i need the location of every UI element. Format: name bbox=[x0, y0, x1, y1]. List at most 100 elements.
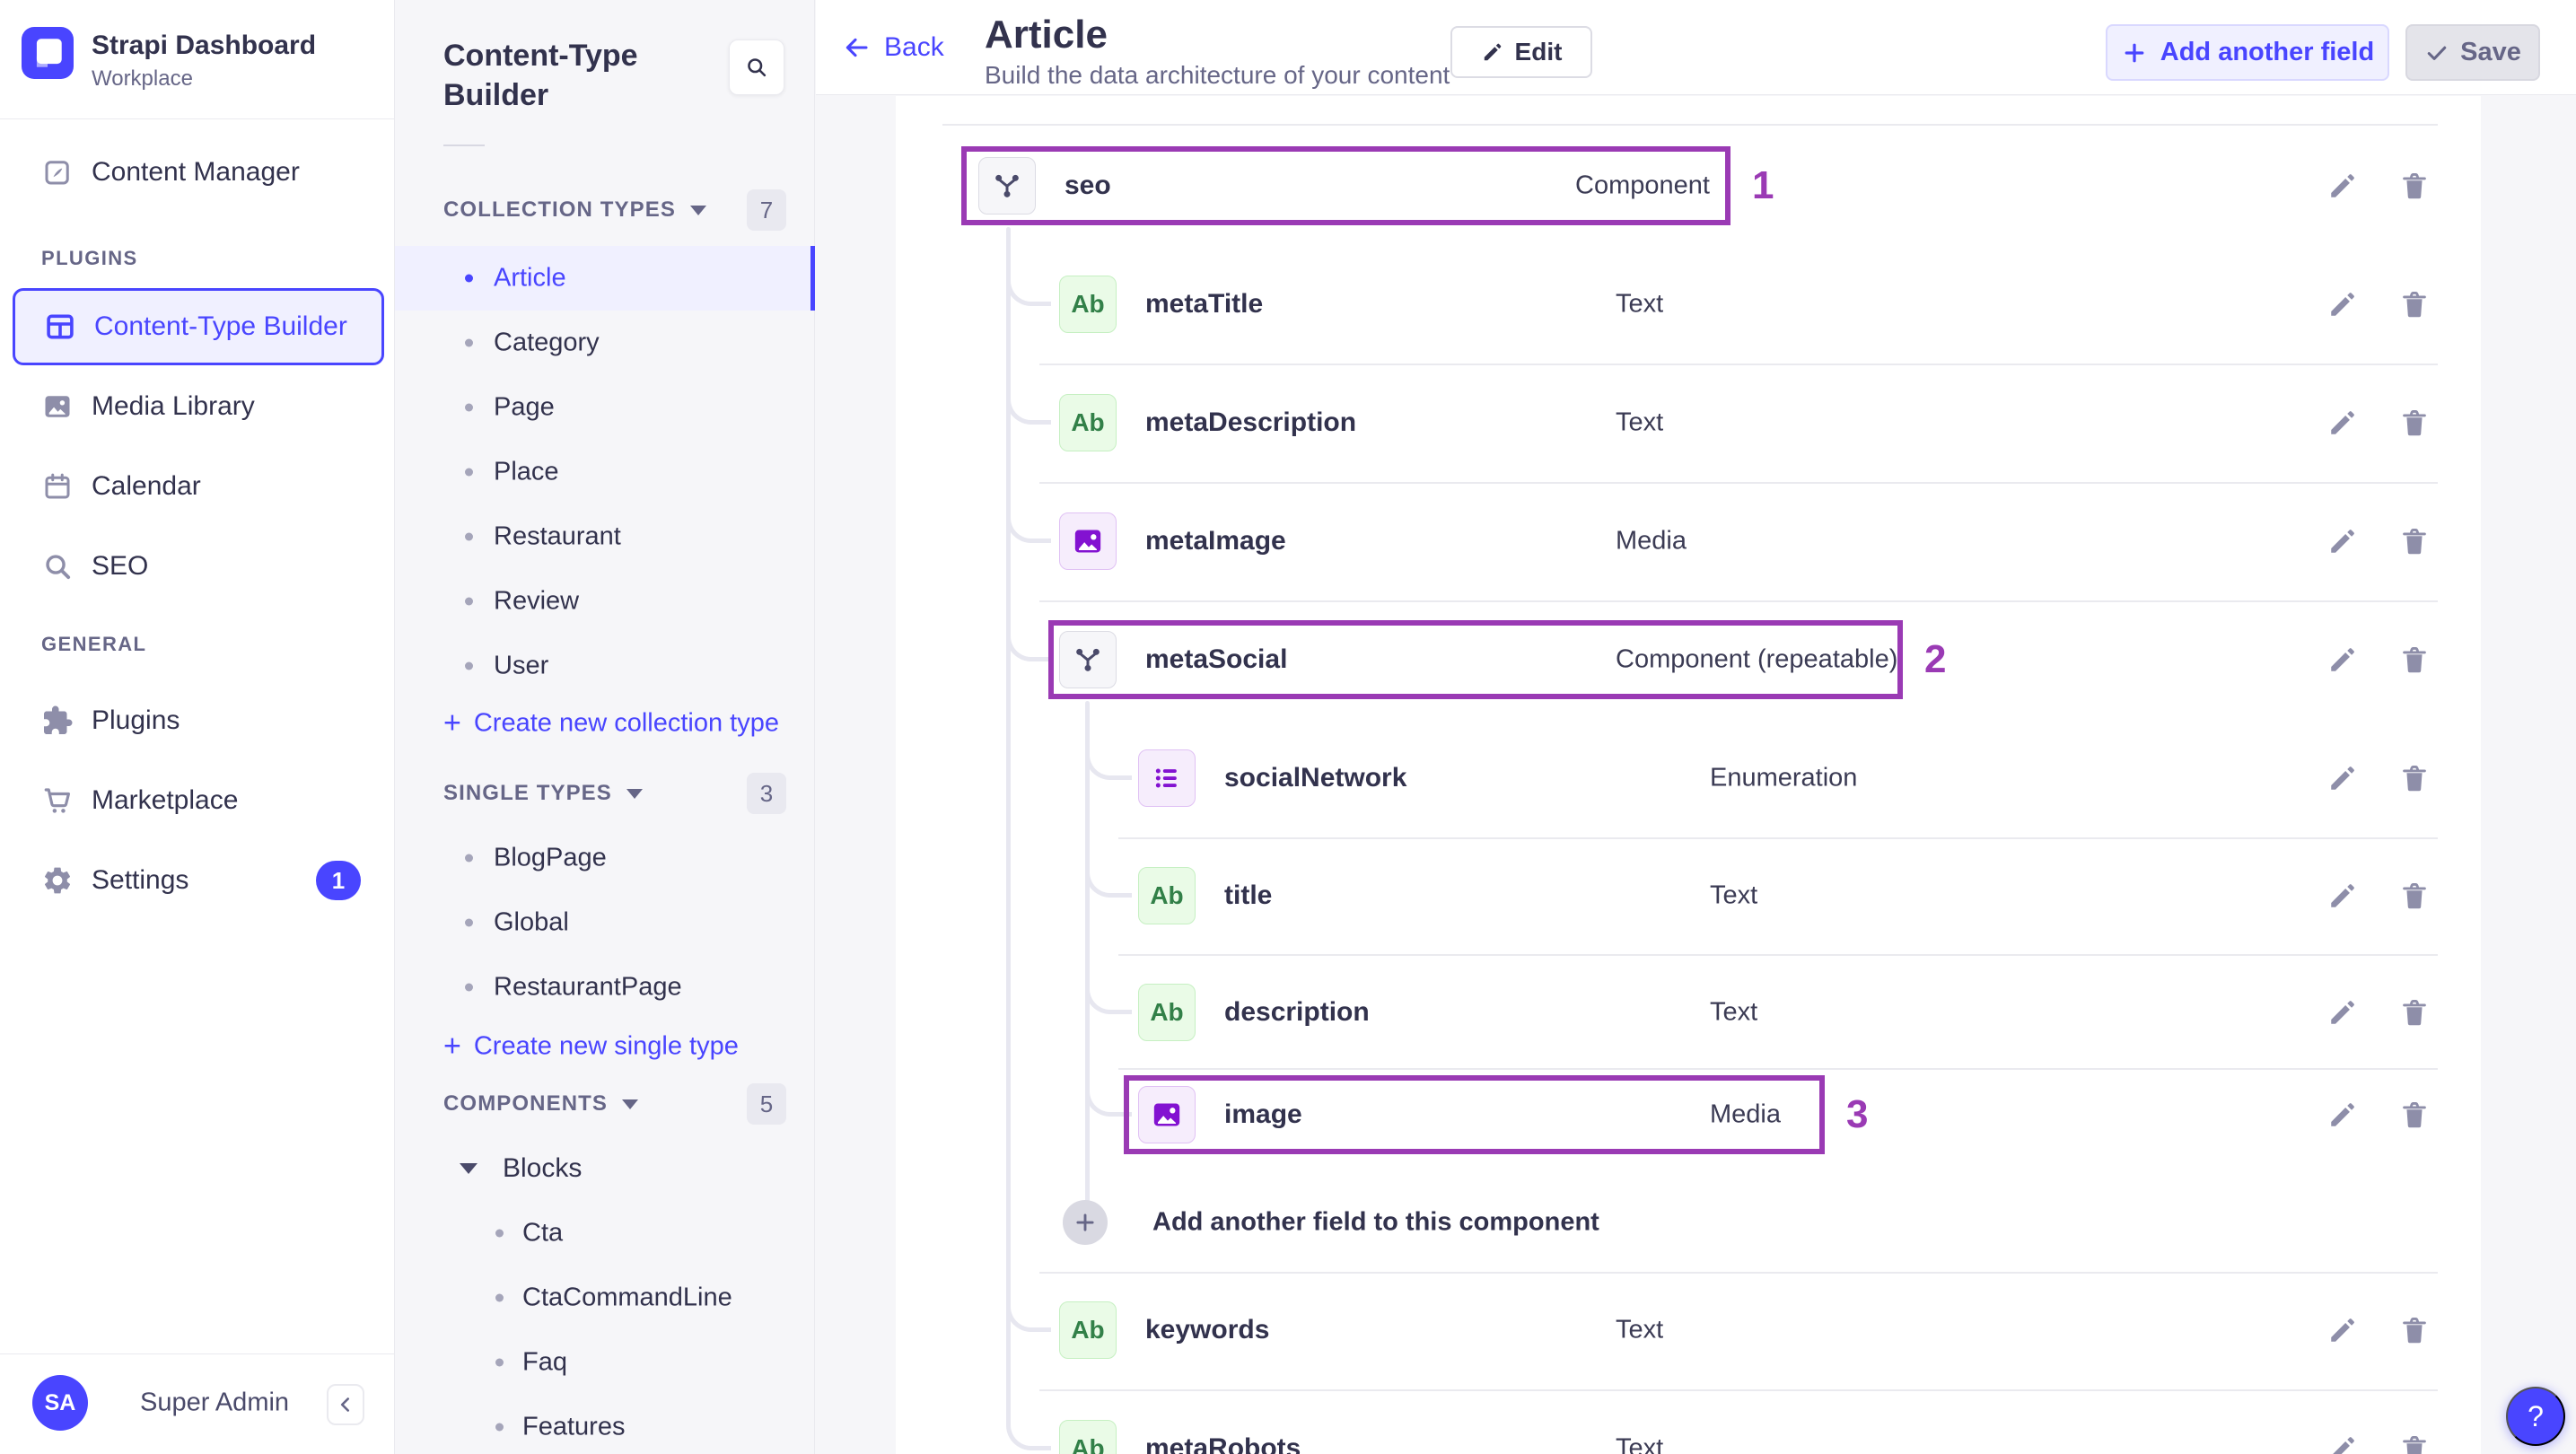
panel-item-label: Cta bbox=[522, 1218, 564, 1248]
plugins-icon bbox=[44, 705, 73, 734]
panel-divider bbox=[443, 145, 485, 146]
panel-item-ctacommandline[interactable]: CtaCommandLine bbox=[395, 1266, 815, 1330]
sidebar-item-media-library[interactable]: Media Library bbox=[0, 375, 395, 438]
collapse-sidebar-button[interactable] bbox=[327, 1384, 364, 1425]
panel-action-0[interactable]: + Create new collection type bbox=[443, 706, 779, 741]
search-button[interactable] bbox=[729, 39, 784, 95]
trash-icon bbox=[2403, 1101, 2426, 1128]
panel-section-label[interactable]: COMPONENTS bbox=[443, 1091, 639, 1117]
save-button[interactable]: Save bbox=[2405, 24, 2540, 81]
delete-field-button[interactable] bbox=[2396, 286, 2432, 322]
back-arrow-icon bbox=[846, 38, 868, 57]
sidebar-item-calendar[interactable]: Calendar bbox=[0, 455, 395, 518]
delete-field-button[interactable] bbox=[2396, 1431, 2432, 1454]
delete-field-button[interactable] bbox=[2396, 1312, 2432, 1348]
add-another-field-button[interactable]: Add another field bbox=[2106, 24, 2389, 81]
delete-field-button[interactable] bbox=[2396, 642, 2432, 678]
panel-item-label: Page bbox=[494, 392, 555, 422]
panel-item-restaurant[interactable]: Restaurant bbox=[395, 504, 815, 569]
plus-icon: + bbox=[443, 705, 461, 740]
panel-item-label: Features bbox=[522, 1412, 626, 1441]
panel-item-place[interactable]: Place bbox=[395, 440, 815, 504]
trash-icon bbox=[2403, 172, 2426, 199]
field-name: metaTitle bbox=[1145, 289, 1264, 319]
delete-field-button[interactable] bbox=[2396, 523, 2432, 559]
edit-field-button[interactable] bbox=[2325, 168, 2361, 204]
panel-section-count: 3 bbox=[747, 773, 786, 814]
edit-field-button[interactable] bbox=[2325, 523, 2361, 559]
delete-field-button[interactable] bbox=[2396, 994, 2432, 1030]
delete-field-button[interactable] bbox=[2396, 878, 2432, 914]
delete-field-button[interactable] bbox=[2396, 405, 2432, 441]
bullet-icon bbox=[465, 403, 473, 412]
sidebar-item-plugins[interactable]: Plugins bbox=[0, 689, 395, 752]
edit-field-button[interactable] bbox=[2325, 994, 2361, 1030]
fields-list-container bbox=[896, 96, 2481, 1454]
text-field-icon: Ab bbox=[1059, 276, 1117, 333]
avatar[interactable]: SA bbox=[32, 1375, 88, 1431]
panel-item-category[interactable]: Category bbox=[395, 311, 815, 375]
trash-icon bbox=[2403, 646, 2426, 673]
panel-item-blogpage[interactable]: BlogPage bbox=[395, 826, 815, 890]
chevron-down-icon bbox=[626, 788, 643, 799]
edit-button[interactable]: Edit bbox=[1450, 26, 1592, 78]
pencil-icon bbox=[2333, 1437, 2354, 1454]
field-type: Text bbox=[1710, 997, 1758, 1027]
edit-field-button[interactable] bbox=[2325, 405, 2361, 441]
edit-field-button[interactable] bbox=[2325, 878, 2361, 914]
bullet-icon bbox=[465, 274, 473, 283]
bullet-icon bbox=[495, 1423, 504, 1432]
row-divider bbox=[942, 124, 2438, 126]
chevron-down-icon bbox=[460, 1163, 478, 1174]
field-type: Enumeration bbox=[1710, 763, 1858, 793]
edit-field-button[interactable] bbox=[2325, 286, 2361, 322]
sidebar-item-label: Settings bbox=[92, 865, 189, 895]
delete-field-button[interactable] bbox=[2396, 760, 2432, 796]
panel-item-page[interactable]: Page bbox=[395, 375, 815, 440]
bullet-icon bbox=[465, 661, 473, 670]
field-name: socialNetwork bbox=[1224, 763, 1407, 793]
panel-item-user[interactable]: User bbox=[395, 634, 815, 698]
panel-group-blocks[interactable]: Blocks bbox=[395, 1136, 815, 1201]
sidebar-item-label: Media Library bbox=[92, 391, 255, 421]
delete-field-button[interactable] bbox=[2396, 1097, 2432, 1133]
plus-icon bbox=[2125, 43, 2144, 62]
sidebar-item-seo[interactable]: SEO bbox=[0, 535, 395, 598]
field-name: title bbox=[1224, 880, 1273, 910]
panel-action-1[interactable]: + Create new single type bbox=[443, 1029, 739, 1064]
panel-item-faq[interactable]: Faq bbox=[395, 1330, 815, 1395]
panel-item-global[interactable]: Global bbox=[395, 890, 815, 955]
panel-item-review[interactable]: Review bbox=[395, 569, 815, 634]
delete-field-button[interactable] bbox=[2396, 168, 2432, 204]
calendar-icon bbox=[45, 473, 70, 499]
edit-field-button[interactable] bbox=[2325, 1097, 2361, 1133]
brand-workspace: Workplace bbox=[92, 66, 193, 91]
pencil-icon bbox=[2331, 293, 2354, 316]
panel-item-restaurantpage[interactable]: RestaurantPage bbox=[395, 955, 815, 1020]
sidebar-item-content-manager[interactable]: Content Manager bbox=[0, 141, 395, 204]
field-name: metaRobots bbox=[1145, 1433, 1301, 1454]
panel-item-label: Faq bbox=[522, 1347, 567, 1377]
row-divider bbox=[1039, 364, 2438, 365]
marketplace-icon bbox=[44, 788, 71, 813]
annotation-number-2: 2 bbox=[1924, 637, 1947, 681]
back-link[interactable]: Back bbox=[843, 32, 944, 63]
sidebar-item-marketplace[interactable]: Marketplace bbox=[0, 769, 395, 832]
edit-field-button[interactable] bbox=[2325, 1431, 2361, 1454]
panel-section-label[interactable]: SINGLE TYPES bbox=[443, 781, 643, 806]
edit-field-button[interactable] bbox=[2325, 642, 2361, 678]
panel-item-features[interactable]: Features bbox=[395, 1395, 815, 1454]
edit-field-button[interactable] bbox=[2325, 760, 2361, 796]
panel-item-cta[interactable]: Cta bbox=[395, 1201, 815, 1266]
pencil-icon bbox=[2331, 530, 2354, 553]
add-field-to-component-button[interactable] bbox=[1063, 1200, 1108, 1245]
sidebar-item-label: Content Manager bbox=[92, 157, 300, 187]
help-button[interactable]: ? bbox=[2506, 1387, 2565, 1446]
panel-section-label[interactable]: COLLECTION TYPES bbox=[443, 197, 706, 223]
panel-item-article[interactable]: Article bbox=[395, 246, 815, 311]
sidebar-section-label: PLUGINS bbox=[41, 247, 138, 269]
sidebar-item-content-type-builder[interactable]: Content-Type Builder bbox=[13, 288, 384, 365]
panel-item-label: Review bbox=[494, 586, 580, 616]
edit-field-button[interactable] bbox=[2325, 1312, 2361, 1348]
panel-title: Content-Type Builder bbox=[443, 39, 638, 112]
